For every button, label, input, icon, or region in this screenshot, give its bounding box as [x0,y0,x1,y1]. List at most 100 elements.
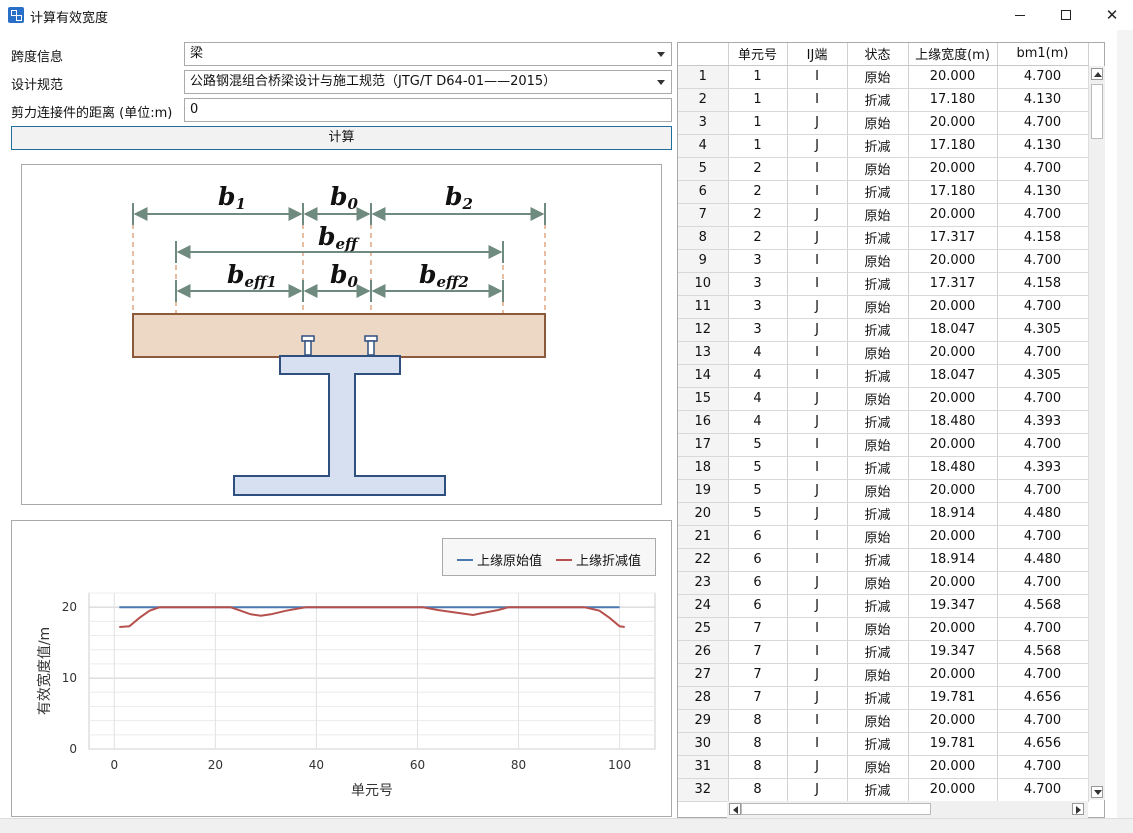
table-cell[interactable]: 折减 [847,502,909,526]
table-cell[interactable]: 4 [728,387,788,411]
table-cell[interactable]: 4.568 [997,640,1089,664]
table-cell[interactable]: 4.700 [997,65,1089,89]
table-cell[interactable]: 18.914 [908,502,998,526]
table-cell[interactable]: 4.700 [997,157,1089,181]
table-cell[interactable]: J [787,571,848,595]
table-cell[interactable]: 6 [728,525,788,549]
table-cell[interactable]: 2 [728,180,788,204]
table-cell[interactable]: J [787,663,848,687]
table-cell[interactable]: 1 [728,134,788,158]
table-cell[interactable]: 4.130 [997,134,1089,158]
table-cell[interactable]: 4.700 [997,709,1089,733]
table-cell[interactable]: J [787,479,848,503]
table-cell[interactable]: 20.000 [908,203,998,227]
row-number-cell[interactable]: 2 [678,88,729,112]
row-number-cell[interactable]: 28 [678,686,729,710]
table-cell[interactable]: J [787,410,848,434]
table-cell[interactable]: 3 [728,249,788,273]
table-cell[interactable]: 20.000 [908,157,998,181]
table-cell[interactable]: 5 [728,456,788,480]
table-cell[interactable]: 折减 [847,272,909,296]
row-number-cell[interactable]: 15 [678,387,729,411]
table-cell[interactable]: 17.317 [908,226,998,250]
table-cell[interactable]: 18.047 [908,364,998,388]
column-header-1[interactable]: 单元号 [728,43,788,66]
table-cell[interactable]: I [787,341,848,365]
row-number-cell[interactable]: 16 [678,410,729,434]
table-cell[interactable]: I [787,272,848,296]
table-cell[interactable]: 20.000 [908,709,998,733]
table-cell[interactable]: 17.317 [908,272,998,296]
table-cell[interactable]: 折减 [847,88,909,112]
table-row[interactable]: 11 3 J 原始 20.000 4.700 [678,295,1089,319]
table-cell[interactable]: 4.700 [997,479,1089,503]
close-button[interactable]: ✕ [1089,0,1133,30]
row-number-cell[interactable]: 1 [678,65,729,89]
calculate-button[interactable]: 计算 [11,126,672,150]
table-cell[interactable]: 4.700 [997,433,1089,457]
table-row[interactable]: 32 8 J 折减 20.000 4.700 [678,778,1089,802]
table-cell[interactable]: 4.305 [997,318,1089,342]
table-cell[interactable]: 4.700 [997,203,1089,227]
table-row[interactable]: 27 7 J 原始 20.000 4.700 [678,663,1089,687]
table-cell[interactable]: 20.000 [908,341,998,365]
table-cell[interactable]: 4.393 [997,456,1089,480]
table-cell[interactable]: J [787,594,848,618]
table-row[interactable]: 15 4 J 原始 20.000 4.700 [678,387,1089,411]
table-vertical-scrollbar[interactable] [1088,66,1105,800]
table-cell[interactable]: 原始 [847,709,909,733]
row-number-cell[interactable]: 5 [678,157,729,181]
table-cell[interactable]: 7 [728,617,788,641]
table-cell[interactable]: 4.700 [997,111,1089,135]
table-cell[interactable]: I [787,732,848,756]
table-cell[interactable]: 4.700 [997,755,1089,779]
table-cell[interactable]: 4.158 [997,226,1089,250]
row-number-cell[interactable]: 13 [678,341,729,365]
table-cell[interactable]: 4 [728,364,788,388]
table-cell[interactable]: 20.000 [908,387,998,411]
row-number-cell[interactable]: 20 [678,502,729,526]
table-cell[interactable]: 1 [728,88,788,112]
table-cell[interactable]: 20.000 [908,617,998,641]
table-cell[interactable]: J [787,226,848,250]
row-number-cell[interactable]: 31 [678,755,729,779]
table-cell[interactable]: 20.000 [908,433,998,457]
table-cell[interactable]: 4 [728,341,788,365]
table-cell[interactable]: 17.180 [908,134,998,158]
table-cell[interactable]: 20.000 [908,111,998,135]
table-cell[interactable]: 5 [728,502,788,526]
window-vertical-scrollbar[interactable] [1117,30,1133,818]
table-cell[interactable]: I [787,709,848,733]
scroll-left-button[interactable] [729,803,741,815]
table-row[interactable]: 28 7 J 折减 19.781 4.656 [678,686,1089,710]
table-cell[interactable]: 20.000 [908,479,998,503]
table-cell[interactable]: 5 [728,433,788,457]
span-info-select[interactable]: 梁 [184,42,672,66]
row-number-cell[interactable]: 17 [678,433,729,457]
maximize-button[interactable] [1043,0,1089,30]
table-cell[interactable]: 原始 [847,525,909,549]
row-number-cell[interactable]: 3 [678,111,729,135]
table-cell[interactable]: 1 [728,65,788,89]
design-spec-select[interactable]: 公路钢混组合桥梁设计与施工规范（JTG/T D64-01——2015） [184,70,672,94]
table-cell[interactable]: 4.656 [997,686,1089,710]
table-cell[interactable]: 折减 [847,318,909,342]
row-number-cell[interactable]: 25 [678,617,729,641]
table-cell[interactable]: 20.000 [908,249,998,273]
table-cell[interactable]: 4.480 [997,502,1089,526]
table-row[interactable]: 21 6 I 原始 20.000 4.700 [678,525,1089,549]
table-cell[interactable]: 4.700 [997,663,1089,687]
table-cell[interactable]: 原始 [847,663,909,687]
row-number-cell[interactable]: 32 [678,778,729,802]
table-cell[interactable]: 4.700 [997,617,1089,641]
table-horizontal-scrollbar[interactable] [727,801,1088,818]
table-cell[interactable]: 20.000 [908,755,998,779]
table-cell[interactable]: 折减 [847,410,909,434]
table-cell[interactable]: 17.180 [908,88,998,112]
table-cell[interactable]: J [787,387,848,411]
table-row[interactable]: 2 1 I 折减 17.180 4.130 [678,88,1089,112]
table-cell[interactable]: 原始 [847,249,909,273]
table-cell[interactable]: 8 [728,732,788,756]
table-cell[interactable]: 4 [728,410,788,434]
table-row[interactable]: 9 3 I 原始 20.000 4.700 [678,249,1089,273]
